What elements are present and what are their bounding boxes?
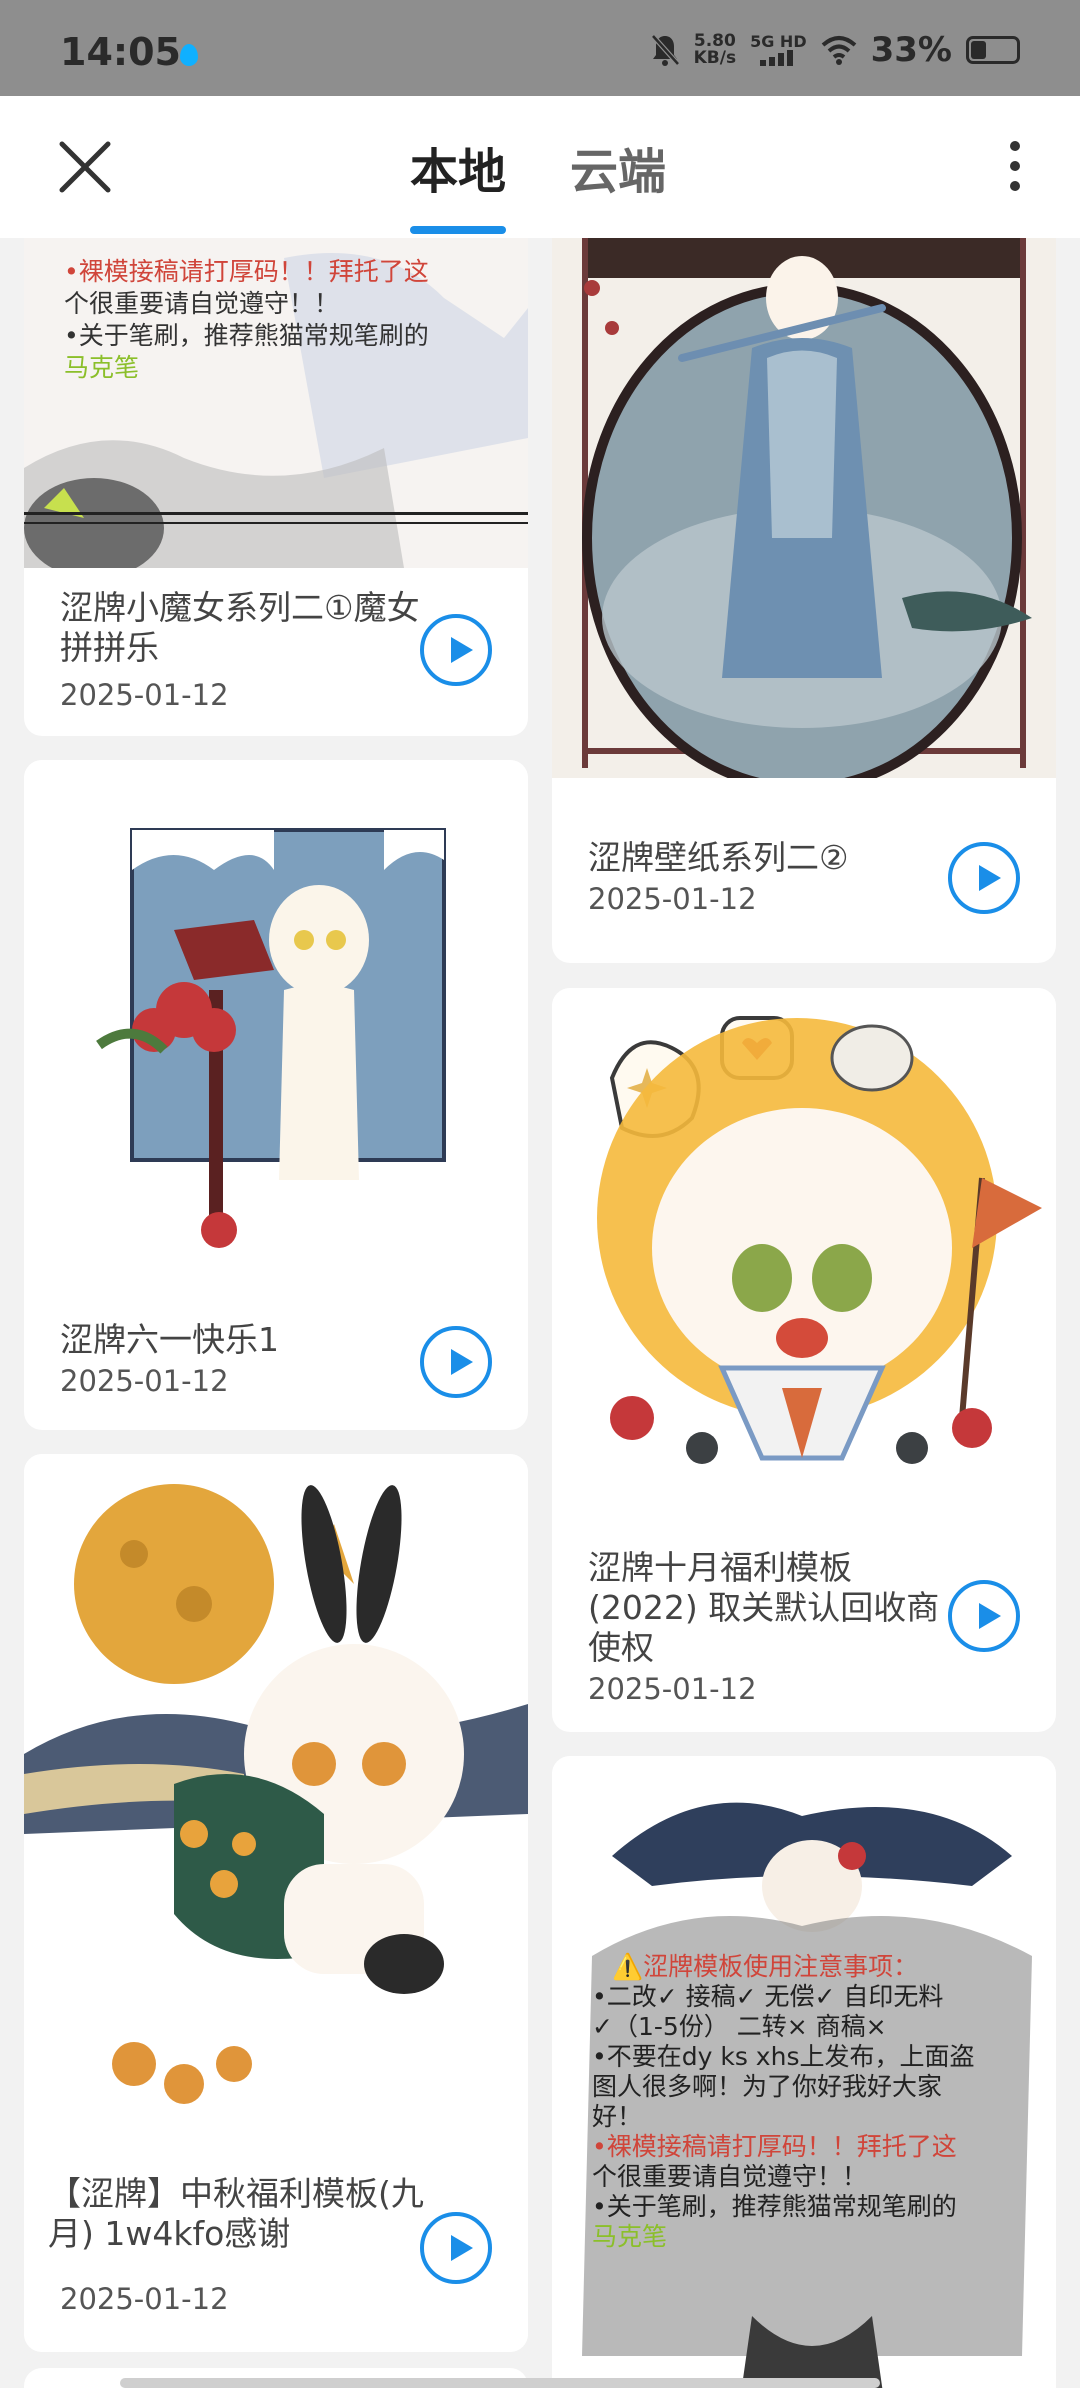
battery-icon — [966, 36, 1020, 64]
notice-line: •裸模接稿请打厚码！！拜托了这 — [592, 2132, 957, 2161]
template-card[interactable]: •裸模接稿请打厚码！！拜托了这 个很重要请自觉遵守！！ •关于笔刷，推荐熊猫常规… — [24, 238, 528, 736]
thumbnail-art — [24, 1484, 528, 2104]
notice-line: ✓（1-5份） 二转× 商稿× — [592, 2012, 887, 2041]
scroll-indicator — [120, 2378, 880, 2388]
template-date: 2025-01-12 — [588, 1672, 757, 1706]
template-date: 2025-01-12 — [60, 678, 229, 712]
play-button[interactable] — [420, 2212, 492, 2284]
template-thumbnail: •裸模接稿请打厚码！！拜托了这 个很重要请自觉遵守！！ •关于笔刷，推荐熊猫常规… — [24, 238, 528, 568]
notice-line: 个很重要请自觉遵守！！ — [64, 289, 340, 318]
more-options-button[interactable] — [990, 136, 1040, 196]
signal-block: 5G HD — [750, 34, 807, 66]
tab-local[interactable]: 本地 — [410, 132, 507, 234]
thumbnail-art — [582, 238, 1032, 778]
notice-line: •二改✓ 接稿✓ 无偿✓ 自印无料 — [592, 1982, 944, 2011]
template-title: 涩牌小魔女系列二①魔女拼拼乐 — [60, 588, 420, 667]
status-bar: 14:05 5.80 KB/s 5G HD 33% — [0, 0, 1080, 96]
notice-line: •裸模接稿请打厚码！！拜托了这 — [64, 257, 429, 286]
tab-active-indicator — [410, 226, 507, 234]
notice-line: •关于笔刷，推荐熊猫常规笔刷的 — [592, 2192, 957, 2221]
tab-local-label: 本地 — [410, 144, 507, 200]
thumbnail-notice-text: ⚠️涩牌模板使用注意事项： •二改✓ 接稿✓ 无偿✓ 自印无料 ✓（1-5份） … — [592, 1952, 974, 2252]
notice-line: •关于笔刷，推荐熊猫常规笔刷的 — [64, 321, 429, 350]
play-button[interactable] — [948, 1580, 1020, 1652]
template-title: 涩牌壁纸系列二② — [588, 838, 849, 877]
mute-bell-icon — [650, 34, 680, 66]
template-title: 【涩牌】中秋福利模板(九月) 1w4kfo感谢 — [48, 2174, 424, 2253]
status-time: 14:05 — [60, 30, 181, 74]
template-title: 涩牌六一快乐1 — [60, 1320, 279, 1359]
signal-icon — [760, 50, 794, 66]
template-card[interactable]: 涩牌六一快乐1 2025-01-12 — [24, 760, 528, 1430]
template-thumbnail — [552, 988, 1056, 1528]
wifi-icon — [821, 36, 856, 65]
battery-fill — [971, 41, 986, 59]
notice-line: 马克笔 — [64, 353, 140, 382]
template-date: 2025-01-12 — [60, 1364, 229, 1398]
notice-line: 图人很多啊！为了你好我好大家 — [592, 2072, 943, 2101]
template-card[interactable]: 涩牌十月福利模板(2022) 取关默认回收商使权 2025-01-12 — [552, 988, 1056, 1732]
template-card[interactable]: ⚠️涩牌模板使用注意事项： •二改✓ 接稿✓ 无偿✓ 自印无料 ✓（1-5份） … — [552, 1756, 1056, 2388]
top-bar: 本地 云端 — [0, 96, 1080, 238]
template-date: 2025-01-12 — [60, 2282, 229, 2316]
battery-percent: 33% — [870, 30, 952, 70]
notice-line: 马克笔 — [592, 2222, 668, 2251]
notice-line: 个很重要请自觉遵守！！ — [592, 2162, 868, 2191]
notice-line: •不要在dy ks xhs上发布，上面盗 — [592, 2042, 975, 2071]
template-thumbnail — [552, 238, 1056, 778]
thumbnail-art — [96, 828, 446, 1248]
more-vertical-icon — [1010, 141, 1020, 191]
template-grid[interactable]: •裸模接稿请打厚码！！拜托了这 个很重要请自觉遵守！！ •关于笔刷，推荐熊猫常规… — [0, 238, 1080, 2388]
network-speed: 5.80 KB/s — [694, 33, 736, 67]
thumbnail-notice-text: •裸模接稿请打厚码！！拜托了这 个很重要请自觉遵守！！ •关于笔刷，推荐熊猫常规… — [64, 256, 429, 384]
notice-line: 好！ — [592, 2102, 643, 2131]
template-card[interactable]: 涩牌壁纸系列二② 2025-01-12 — [552, 238, 1056, 963]
play-button[interactable] — [420, 614, 492, 686]
template-title: 涩牌十月福利模板(2022) 取关默认回收商使权 — [588, 1548, 940, 1667]
tab-bar: 本地 云端 — [410, 132, 666, 234]
notice-line: ⚠️涩牌模板使用注意事项： — [612, 1952, 919, 1981]
thumbnail-art — [597, 1016, 1042, 1464]
template-thumbnail: ⚠️涩牌模板使用注意事项： •二改✓ 接稿✓ 无偿✓ 自印无料 ✓（1-5份） … — [552, 1756, 1056, 2388]
play-button[interactable] — [948, 842, 1020, 914]
close-icon — [59, 141, 111, 193]
speed-unit: KB/s — [693, 48, 737, 68]
status-icons: 5.80 KB/s 5G HD 33% — [650, 28, 1020, 72]
template-date: 2025-01-12 — [588, 882, 757, 916]
play-button[interactable] — [420, 1326, 492, 1398]
notification-dot-icon — [180, 44, 198, 66]
tab-cloud[interactable]: 云端 — [570, 132, 666, 230]
template-card[interactable]: 【涩牌】中秋福利模板(九月) 1w4kfo感谢 2025-01-12 — [24, 1454, 528, 2352]
close-button[interactable] — [50, 132, 120, 202]
template-thumbnail — [24, 760, 528, 1290]
tab-cloud-label: 云端 — [570, 144, 667, 200]
network-type: 5G HD — [750, 32, 807, 51]
